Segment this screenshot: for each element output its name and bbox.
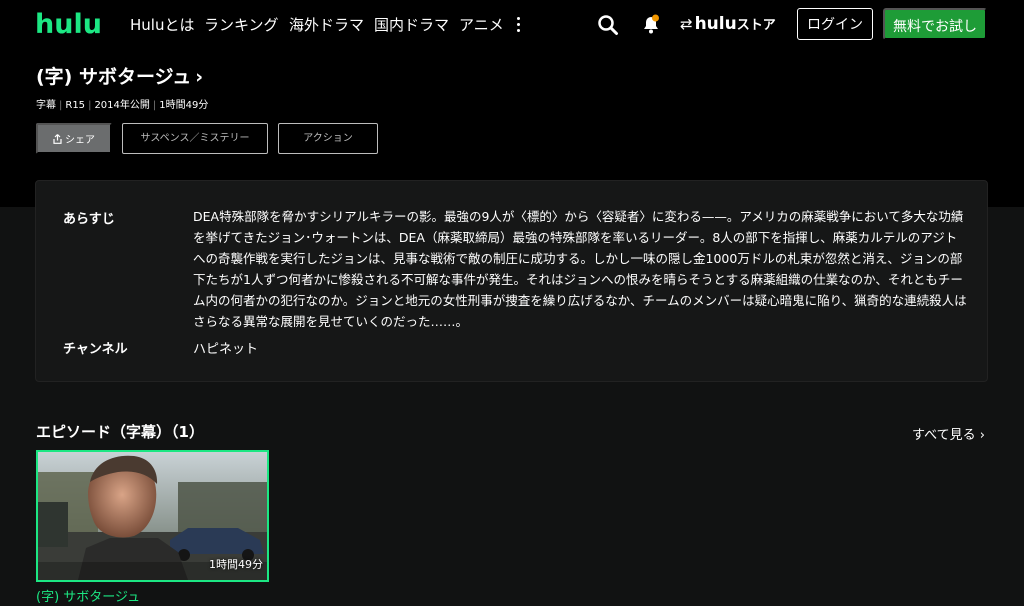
meta-rating: R15 <box>65 100 86 111</box>
store-brand: hulu <box>694 13 737 34</box>
nav-anime[interactable]: アニメ <box>459 14 504 35</box>
episode-duration: 1時間49分 <box>209 558 263 571</box>
nav-domestic-drama[interactable]: 国内ドラマ <box>374 14 449 35</box>
program-meta: 字幕 | R15 | 2014年公開 | 1時間49分 <box>36 100 209 111</box>
see-all-link[interactable]: すべて見る › <box>912 424 985 443</box>
synopsis-label: あらすじ <box>63 212 115 227</box>
notification-bell-icon[interactable] <box>640 13 662 35</box>
swap-icon: ⇄ <box>680 14 693 33</box>
share-icon <box>53 134 62 144</box>
nav-overseas-drama[interactable]: 海外ドラマ <box>289 14 364 35</box>
program-title-text: (字) サボタージュ <box>36 66 192 88</box>
search-icon[interactable] <box>597 14 619 36</box>
episodes-heading: エピソード（字幕）（1） <box>36 423 204 441</box>
free-trial-button[interactable]: 無料でお試し <box>883 8 987 40</box>
episode-title[interactable]: (字) サボタージュ <box>36 586 140 605</box>
notification-badge <box>652 14 659 22</box>
meta-duration: 1時間49分 <box>159 100 209 111</box>
share-label: シェア <box>65 135 95 146</box>
hulu-store-link[interactable]: ⇄ huluストア <box>680 13 776 35</box>
site-header: hulu Huluとは ランキング 海外ドラマ 国内ドラマ アニメ ⇄ huluス… <box>0 0 1024 48</box>
meta-subtitle: 字幕 <box>36 100 56 111</box>
nav-about[interactable]: Huluとは <box>130 14 194 35</box>
chevron-right-icon: › <box>195 66 204 88</box>
hulu-logo[interactable]: hulu <box>35 9 102 40</box>
program-info-panel: あらすじ DEA特殊部隊を脅かすシリアルキラーの影。最強の9人が〈標的〉から〈容… <box>35 180 988 382</box>
genre-tag-action[interactable]: アクション <box>278 123 378 154</box>
login-button[interactable]: ログイン <box>797 8 873 40</box>
genre-tag-suspense[interactable]: サスペンス／ミステリー <box>122 123 268 154</box>
meta-year: 2014年公開 <box>94 100 150 111</box>
more-menu-icon[interactable] <box>512 14 526 34</box>
store-suffix: ストア <box>736 18 776 33</box>
channel-label: チャンネル <box>63 342 128 357</box>
synopsis-text: DEA特殊部隊を脅かすシリアルキラーの影。最強の9人が〈標的〉から〈容疑者〉に変… <box>193 209 967 329</box>
nav-ranking[interactable]: ランキング <box>204 14 279 35</box>
share-button[interactable]: シェア <box>36 123 112 154</box>
episode-card[interactable]: 1時間49分 <box>36 450 269 582</box>
channel-value[interactable]: ハピネット <box>193 338 258 357</box>
program-title[interactable]: (字) サボタージュ › <box>36 62 203 89</box>
